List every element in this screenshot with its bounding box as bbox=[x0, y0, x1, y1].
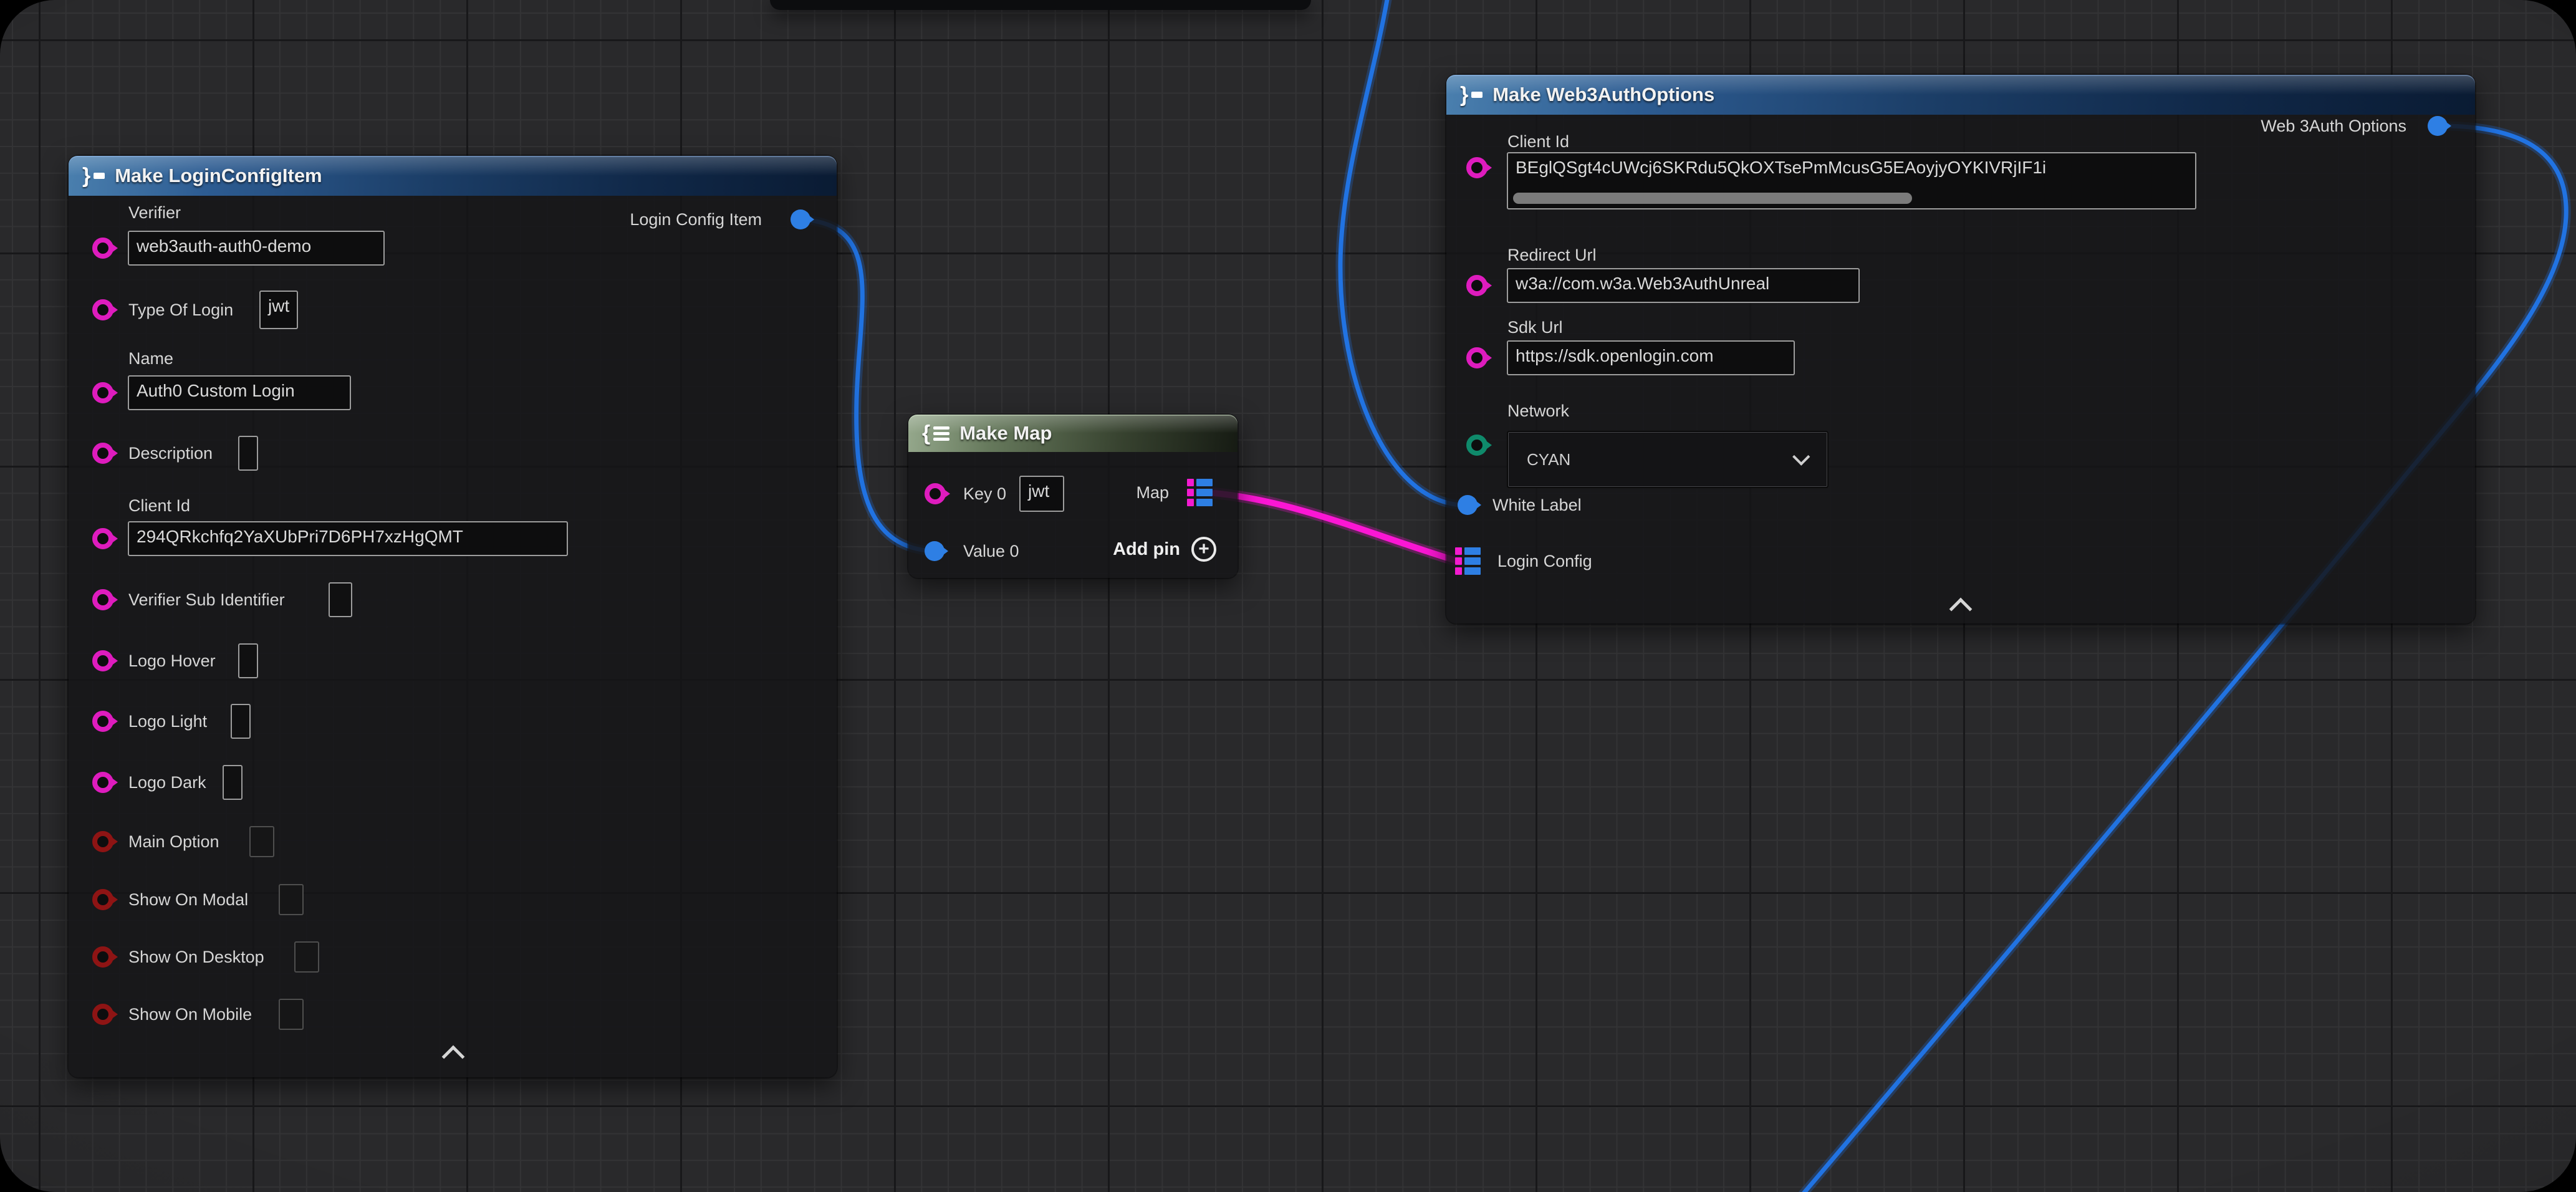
pin-description[interactable] bbox=[92, 443, 113, 464]
pin-logo-hover[interactable] bbox=[92, 650, 113, 671]
wire-top-to-whitelabel[interactable] bbox=[1340, 0, 1460, 505]
pin-label-login-config-item: Login Config Item bbox=[630, 209, 762, 230]
pin-label-main-option: Main Option bbox=[128, 831, 219, 852]
pin-label-map: Map bbox=[1136, 482, 1169, 503]
pin-name[interactable] bbox=[92, 382, 113, 403]
wire-top-to-whitelabel-core[interactable] bbox=[1340, 0, 1460, 505]
pin-out-login-config-item[interactable] bbox=[791, 209, 810, 229]
dropdown-chevron-icon bbox=[1792, 448, 1810, 466]
pin-white-label[interactable] bbox=[1458, 495, 1478, 515]
pin-show-on-mobile[interactable] bbox=[92, 1004, 113, 1025]
pin-value0[interactable] bbox=[925, 541, 944, 561]
pin-label-description: Description bbox=[128, 443, 213, 464]
show-on-mobile-checkbox[interactable] bbox=[279, 999, 304, 1030]
collapse-chevron-icon[interactable] bbox=[1949, 598, 1973, 621]
pin-verifier[interactable] bbox=[92, 238, 113, 259]
pin-label-redirect-url: Redirect Url bbox=[1507, 244, 1597, 266]
pin-show-on-desktop[interactable] bbox=[92, 946, 113, 968]
pin-label-login-config: Login Config bbox=[1497, 550, 1592, 572]
description-input[interactable] bbox=[238, 436, 258, 471]
pin-redirect-url[interactable] bbox=[1466, 275, 1487, 296]
logo-light-input[interactable] bbox=[231, 704, 251, 739]
show-on-modal-checkbox[interactable] bbox=[279, 884, 304, 915]
name-input[interactable]: Auth0 Custom Login bbox=[128, 375, 351, 410]
make-map-icon: { bbox=[922, 421, 949, 446]
pin-label-verifier-sub-identifier: Verifier Sub Identifier bbox=[128, 589, 285, 610]
pin-label-key0: Key 0 bbox=[963, 483, 1006, 504]
verifier-input[interactable]: web3auth-auth0-demo bbox=[128, 231, 385, 266]
pin-label-logo-light: Logo Light bbox=[128, 711, 207, 732]
node-title: Make LoginConfigItem bbox=[115, 165, 322, 187]
node-make-web3authoptions[interactable]: } Make Web3AuthOptions Web 3Auth Options… bbox=[1446, 75, 2475, 623]
node-title: Make Map bbox=[959, 422, 1052, 445]
pin-label-sdk-url: Sdk Url bbox=[1507, 317, 1563, 338]
main-option-checkbox[interactable] bbox=[249, 826, 274, 857]
pin-label-verifier: Verifier bbox=[128, 202, 181, 223]
pin-label-logo-dark: Logo Dark bbox=[128, 772, 206, 793]
network-value: CYAN bbox=[1527, 450, 1570, 469]
pin-logo-dark[interactable] bbox=[92, 772, 113, 793]
logo-dark-input[interactable] bbox=[223, 765, 243, 800]
pin-label-show-on-mobile: Show On Mobile bbox=[128, 1004, 252, 1025]
pin-show-on-modal[interactable] bbox=[92, 889, 113, 910]
login-config-map-pin-icon[interactable] bbox=[1455, 547, 1481, 575]
verifier-sub-identifier-input[interactable] bbox=[329, 582, 352, 617]
network-dropdown[interactable]: CYAN bbox=[1507, 431, 1829, 488]
pin-label-show-on-desktop: Show On Desktop bbox=[128, 946, 264, 968]
pin-sdk-url[interactable] bbox=[1466, 347, 1487, 368]
pin-type-of-login[interactable] bbox=[92, 299, 113, 320]
redirect-url-input[interactable]: w3a://com.w3a.Web3AuthUnreal bbox=[1507, 268, 1860, 303]
pin-label-value0: Value 0 bbox=[963, 541, 1019, 562]
logo-hover-input[interactable] bbox=[238, 643, 258, 678]
sdk-url-input[interactable]: https://sdk.openlogin.com bbox=[1507, 340, 1795, 375]
client-id-scrollbar[interactable] bbox=[1513, 193, 1912, 204]
client-id-value: BEglQSgt4cUWcj6SKRdu5QkOXTsePmMcusG5EAoy… bbox=[1516, 158, 2046, 177]
pin-label-white-label: White Label bbox=[1492, 494, 1582, 516]
key0-input[interactable]: jwt bbox=[1019, 476, 1064, 512]
blueprint-canvas[interactable]: } Make LoginConfigItem Login Config Item… bbox=[0, 0, 2576, 1192]
show-on-desktop-checkbox[interactable] bbox=[294, 941, 319, 973]
pin-label-name: Name bbox=[128, 348, 173, 369]
pin-label-show-on-modal: Show On Modal bbox=[128, 889, 248, 910]
pin-label-client-id: Client Id bbox=[128, 495, 190, 516]
node-header[interactable]: } Make LoginConfigItem bbox=[69, 156, 837, 196]
pin-label-web3auth-options: Web 3Auth Options bbox=[2261, 115, 2406, 137]
node-header[interactable]: } Make Web3AuthOptions bbox=[1446, 75, 2475, 115]
map-pin-icon[interactable] bbox=[1187, 479, 1213, 506]
type-of-login-input[interactable]: jwt bbox=[259, 291, 298, 329]
pin-client-id[interactable] bbox=[1466, 157, 1487, 178]
pin-client-id[interactable] bbox=[92, 528, 113, 549]
pin-out-web3auth-options[interactable] bbox=[2428, 116, 2448, 136]
client-id-input[interactable]: 294QRkchfq2YaXUbPri7D6PH7xzHgQMT bbox=[128, 521, 568, 556]
add-pin-button[interactable]: Add pin + bbox=[1113, 537, 1216, 562]
pin-main-option[interactable] bbox=[92, 831, 113, 852]
pin-label-logo-hover: Logo Hover bbox=[128, 650, 216, 671]
node-make-loginconfigitem[interactable]: } Make LoginConfigItem Login Config Item… bbox=[69, 156, 837, 1077]
make-struct-icon: } bbox=[1460, 83, 1483, 107]
pin-key0[interactable] bbox=[925, 483, 946, 504]
node-header[interactable]: { Make Map bbox=[908, 415, 1238, 452]
make-struct-icon: } bbox=[82, 164, 105, 188]
pin-label-type-of-login: Type Of Login bbox=[128, 299, 233, 320]
add-pin-icon: + bbox=[1191, 537, 1216, 562]
node-title: Make Web3AuthOptions bbox=[1492, 84, 1714, 106]
pin-logo-light[interactable] bbox=[92, 711, 113, 732]
collapse-chevron-icon[interactable] bbox=[442, 1045, 465, 1069]
pin-verifier-sub-identifier[interactable] bbox=[92, 589, 113, 610]
pin-label-client-id: Client Id bbox=[1507, 131, 1569, 152]
offscreen-node-bottom[interactable] bbox=[770, 0, 1311, 10]
pin-network[interactable] bbox=[1466, 435, 1487, 456]
client-id-input[interactable]: BEglQSgt4cUWcj6SKRdu5QkOXTsePmMcusG5EAoy… bbox=[1507, 152, 2196, 209]
node-make-map[interactable]: { Make Map Key 0 jwt Map Value 0 Add pin… bbox=[908, 415, 1238, 578]
add-pin-label: Add pin bbox=[1113, 539, 1180, 560]
pin-label-network: Network bbox=[1507, 400, 1569, 421]
